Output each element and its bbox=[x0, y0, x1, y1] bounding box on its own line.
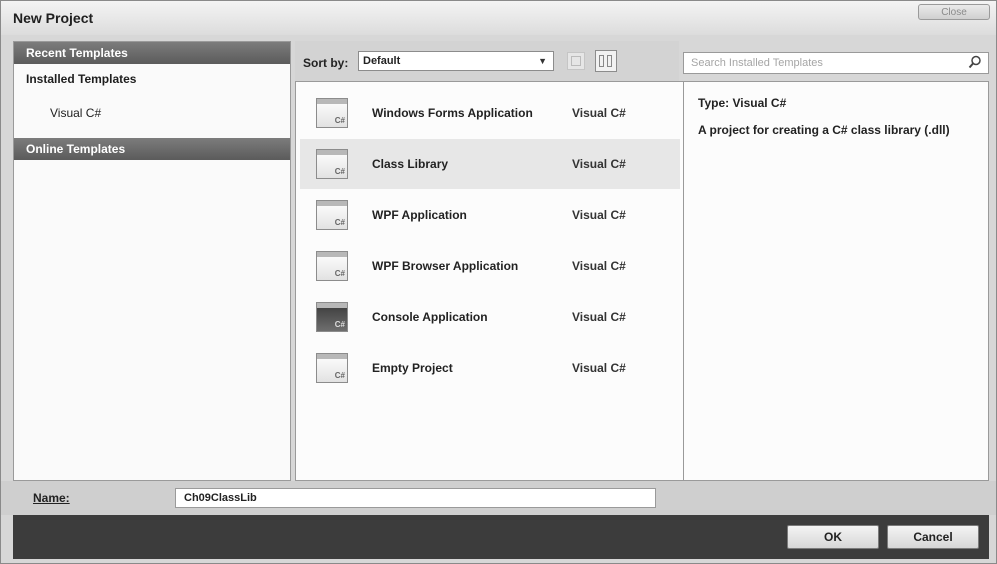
wpf-application-icon: C# bbox=[316, 200, 348, 230]
template-item-wpf-application[interactable]: C# WPF Application Visual C# bbox=[300, 190, 680, 240]
recent-templates-header[interactable]: Recent Templates bbox=[14, 42, 290, 64]
sort-by-label: Sort by: bbox=[303, 56, 349, 70]
template-type: Type: Visual C# bbox=[698, 96, 787, 110]
template-list: C# Windows Forms Application Visual C# C… bbox=[295, 81, 684, 481]
template-description: A project for creating a C# class librar… bbox=[698, 123, 950, 137]
title-bar: New Project Close bbox=[1, 1, 996, 35]
template-language: Visual C# bbox=[572, 106, 626, 120]
template-name: Empty Project bbox=[372, 361, 453, 375]
name-row: Name: bbox=[1, 481, 996, 515]
medium-icons-view-button[interactable] bbox=[595, 50, 617, 72]
ok-button[interactable]: OK bbox=[787, 525, 879, 549]
name-label: Name: bbox=[33, 491, 70, 505]
template-language: Visual C# bbox=[572, 361, 626, 375]
search-icon[interactable] bbox=[968, 55, 982, 69]
template-name: Class Library bbox=[372, 157, 449, 171]
template-name: WPF Browser Application bbox=[372, 259, 519, 273]
template-language: Visual C# bbox=[572, 310, 626, 324]
dialog-button-bar: OK Cancel bbox=[13, 515, 989, 559]
template-item-empty-project[interactable]: C# Empty Project Visual C# bbox=[300, 343, 680, 393]
close-button[interactable]: Close bbox=[918, 4, 990, 20]
small-icons-view-button[interactable] bbox=[567, 52, 585, 70]
chevron-down-icon: ▼ bbox=[538, 56, 547, 66]
template-name: Console Application bbox=[372, 310, 488, 324]
template-categories-panel: Recent Templates Installed Templates Vis… bbox=[13, 41, 291, 481]
template-item-windows-forms[interactable]: C# Windows Forms Application Visual C# bbox=[300, 88, 680, 138]
visual-csharp-item[interactable]: Visual C# bbox=[14, 96, 290, 134]
windows-forms-icon: C# bbox=[316, 98, 348, 128]
sort-by-value: Default bbox=[363, 55, 401, 67]
template-language: Visual C# bbox=[572, 208, 626, 222]
project-name-input[interactable] bbox=[175, 488, 656, 508]
new-project-dialog: New Project Close Recent Templates Insta… bbox=[0, 0, 997, 564]
sort-by-dropdown[interactable]: Default ▼ bbox=[358, 51, 554, 71]
search-input[interactable] bbox=[684, 53, 961, 73]
template-name: Windows Forms Application bbox=[372, 106, 533, 120]
template-item-class-library[interactable]: C# Class Library Visual C# bbox=[300, 139, 680, 189]
template-item-console-application[interactable]: C# Console Application Visual C# bbox=[300, 292, 680, 342]
template-details-panel: Type: Visual C# A project for creating a… bbox=[684, 81, 989, 481]
template-name: WPF Application bbox=[372, 208, 467, 222]
empty-project-icon: C# bbox=[316, 353, 348, 383]
console-application-icon: C# bbox=[316, 302, 348, 332]
class-library-icon: C# bbox=[316, 149, 348, 179]
cancel-button[interactable]: Cancel bbox=[887, 525, 979, 549]
template-language: Visual C# bbox=[572, 157, 626, 171]
search-box bbox=[683, 52, 989, 74]
template-language: Visual C# bbox=[572, 259, 626, 273]
sort-toolbar: Sort by: Default ▼ bbox=[295, 41, 679, 81]
dialog-title: New Project bbox=[13, 10, 94, 26]
wpf-browser-icon: C# bbox=[316, 251, 348, 281]
installed-templates-item[interactable]: Installed Templates bbox=[14, 64, 290, 96]
template-item-wpf-browser-application[interactable]: C# WPF Browser Application Visual C# bbox=[300, 241, 680, 291]
online-templates-header[interactable]: Online Templates bbox=[14, 138, 290, 160]
